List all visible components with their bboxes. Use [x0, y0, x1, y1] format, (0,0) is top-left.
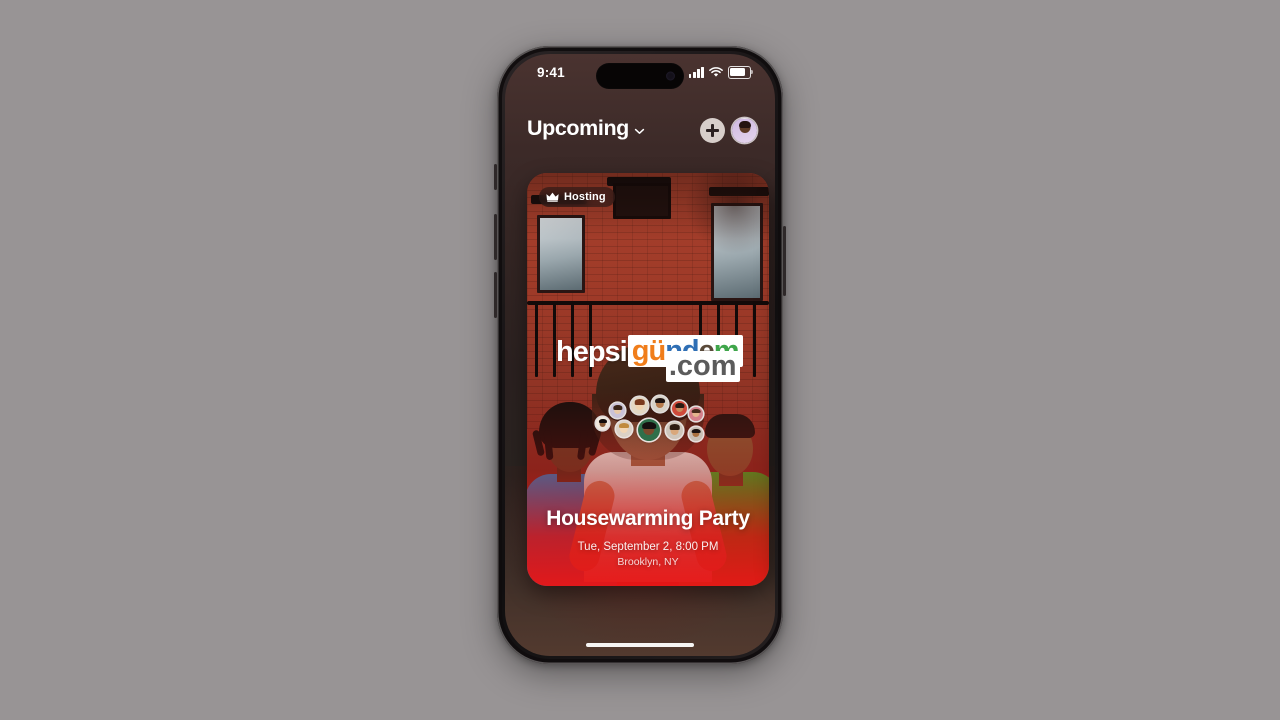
watermark-letter: g: [631, 335, 650, 367]
nav-actions: [700, 118, 757, 143]
profile-avatar-button[interactable]: [732, 118, 757, 143]
watermark-letter: ü: [648, 335, 666, 367]
front-camera-icon: [666, 71, 675, 81]
battery-icon: [728, 66, 754, 79]
dynamic-island: [596, 63, 684, 89]
upcoming-dropdown[interactable]: Upcoming: [527, 116, 645, 141]
phone-power-button[interactable]: [783, 226, 786, 296]
add-event-button[interactable]: [700, 118, 725, 143]
attendee-avatar: [689, 427, 703, 441]
event-location: Brooklyn, NY: [617, 556, 679, 568]
event-title: Housewarming Party: [546, 507, 750, 531]
status-bar-indicators: [688, 66, 754, 79]
screenshot-stage: 9:41 Upcoming Hosting Housewarming Party…: [0, 0, 1280, 720]
phone-volume-up-button[interactable]: [494, 214, 497, 260]
event-date: Tue, September 2, 8:00 PM: [577, 541, 719, 553]
attendee-avatar: [631, 397, 648, 414]
attendee-avatar: [610, 403, 625, 418]
nav-header: Upcoming: [505, 112, 775, 156]
watermark-prefix: hepsi: [556, 336, 628, 368]
cellular-signal-icon: [688, 66, 704, 78]
watermark-box: gündem .com: [627, 335, 743, 382]
attendee-avatar: [616, 421, 632, 437]
status-bar: 9:41: [505, 54, 775, 98]
plus-icon: [706, 124, 719, 137]
attendee-avatar: [666, 422, 683, 439]
attendee-avatar: [689, 407, 703, 421]
attendee-avatar: [596, 417, 609, 430]
wifi-icon: [709, 66, 723, 77]
attendee-avatar-cluster[interactable]: [594, 395, 703, 449]
event-info: Housewarming Party Tue, September 2, 8:0…: [527, 507, 769, 568]
status-bar-clock: 9:41: [537, 65, 565, 80]
status-badge: Hosting: [539, 187, 615, 207]
chevron-down-icon: [634, 126, 645, 137]
attendee-avatar: [672, 401, 687, 416]
attendee-avatar: [652, 396, 668, 412]
crown-icon: [546, 192, 559, 202]
phone-silent-switch[interactable]: [494, 164, 497, 190]
watermark-suffix: .com: [665, 351, 740, 382]
attendee-avatar: [638, 419, 660, 441]
status-badge-label: Hosting: [564, 191, 606, 203]
watermark: hepsi gündem .com: [556, 335, 743, 382]
phone-volume-down-button[interactable]: [494, 272, 497, 318]
page-title: Upcoming: [527, 116, 629, 140]
home-indicator[interactable]: [586, 643, 694, 647]
